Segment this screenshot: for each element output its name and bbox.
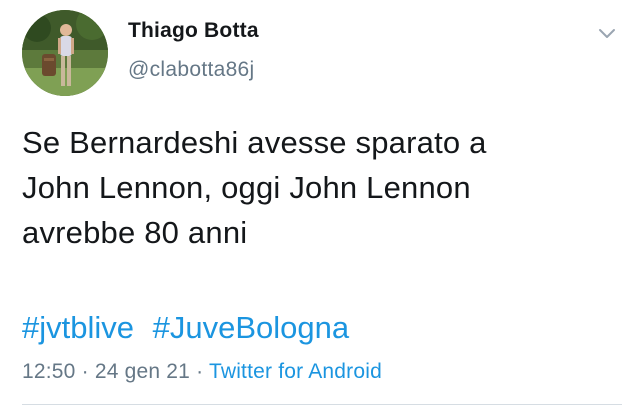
avatar[interactable] — [22, 10, 108, 96]
tweet-date[interactable]: 24 gen 21 — [95, 360, 190, 383]
profile-photo-icon — [22, 10, 108, 96]
hashtag-link[interactable]: #jvtblive — [22, 310, 134, 345]
meta-separator: · — [190, 360, 209, 383]
display-name[interactable]: Thiago Botta — [128, 19, 259, 43]
more-options-button[interactable] — [596, 22, 618, 44]
user-handle[interactable]: @clabotta86j — [128, 58, 255, 82]
meta-separator: · — [75, 360, 95, 383]
divider — [22, 404, 622, 405]
tweet-text-line: Se Bernardeshi avesse sparato a — [22, 125, 487, 160]
hashtags: #jvtblive #JuveBologna — [22, 305, 349, 350]
tweet-text-line: avrebbe 80 anni — [22, 215, 248, 250]
tweet-card: Thiago Botta @clabotta86j Se Bernardeshi… — [0, 0, 640, 412]
tweet-meta: 12:50 · 24 gen 21 · Twitter for Android — [22, 360, 382, 384]
tweet-text-line: John Lennon, oggi John Lennon — [22, 170, 471, 205]
tweet-source-link[interactable]: Twitter for Android — [209, 360, 382, 383]
tweet-time[interactable]: 12:50 — [22, 360, 76, 383]
tweet-text: Se Bernardeshi avesse sparato a John Len… — [22, 120, 612, 255]
chevron-down-icon — [599, 29, 615, 38]
hashtag-link[interactable]: #JuveBologna — [153, 310, 350, 345]
